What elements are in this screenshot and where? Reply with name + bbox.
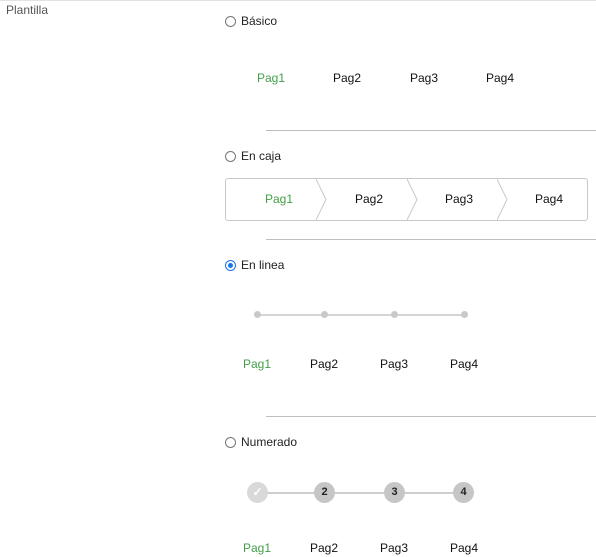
radio-label-numerado: Numerado (241, 435, 298, 449)
step-label: Pag4 (449, 541, 479, 555)
step-label: Pag1 (264, 192, 294, 206)
top-divider (0, 0, 596, 1)
radio-label-basico: Básico (241, 14, 278, 28)
step-label: Pag4 (534, 192, 564, 206)
step-number: 3 (384, 482, 405, 503)
field-label-plantilla: Plantilla (6, 3, 49, 17)
radio-button-numerado[interactable] (225, 436, 236, 448)
radio-option-en-linea[interactable]: En linea (225, 257, 284, 273)
radio-option-numerado[interactable]: Numerado (225, 434, 297, 450)
radio-button-basico[interactable] (225, 15, 236, 27)
step-label: Pag2 (309, 541, 339, 555)
step-label: Pag4 (449, 357, 479, 371)
separator (266, 239, 596, 240)
step-dot (391, 311, 398, 318)
preview-en-caja: Pag1 Pag2 Pag3 Pag4 (225, 178, 588, 221)
step-label: Pag4 (485, 71, 515, 85)
step-label: Pag2 (354, 192, 384, 206)
step-label: Pag1 (242, 357, 272, 371)
radio-button-en-caja[interactable] (225, 150, 236, 162)
progress-line (257, 314, 464, 316)
step-number: 2 (314, 482, 335, 503)
step-label: Pag2 (332, 71, 362, 85)
radio-button-en-linea[interactable] (225, 259, 236, 271)
step-label: Pag3 (379, 357, 409, 371)
radio-option-en-caja[interactable]: En caja (225, 148, 281, 164)
separator (266, 416, 596, 417)
separator (266, 130, 596, 131)
step-dot (321, 311, 328, 318)
step-label: Pag1 (242, 541, 272, 555)
step-dot (254, 311, 261, 318)
step-label: Pag3 (379, 541, 409, 555)
radio-label-en-linea: En linea (241, 258, 285, 272)
step-label: Pag2 (309, 357, 339, 371)
step-label: Pag3 (444, 192, 474, 206)
step-dot (461, 311, 468, 318)
radio-option-basico[interactable]: Básico (225, 13, 277, 29)
progress-line (258, 492, 464, 494)
radio-label-en-caja: En caja (241, 149, 282, 163)
step-number: 4 (453, 482, 474, 503)
check-icon: ✓ (247, 482, 268, 503)
step-label: Pag1 (256, 71, 286, 85)
step-label: Pag3 (409, 71, 439, 85)
